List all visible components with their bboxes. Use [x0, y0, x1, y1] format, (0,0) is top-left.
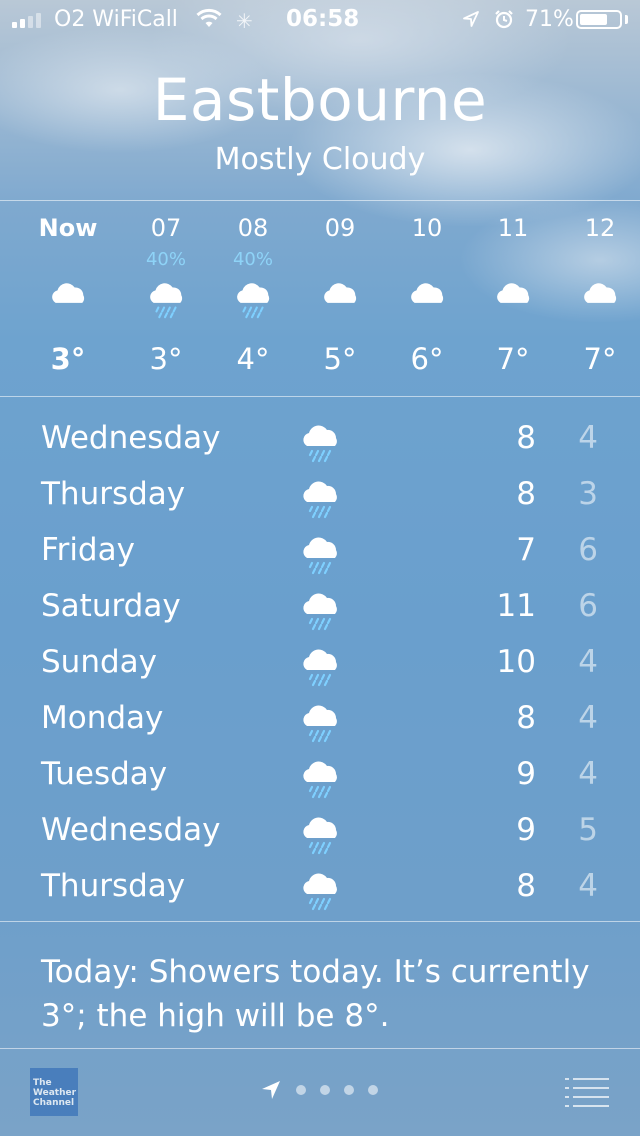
logo-text-line-1: The	[33, 1078, 52, 1088]
logo-text-line-2: Weather	[33, 1088, 77, 1098]
page-dots[interactable]	[296, 1085, 378, 1095]
low-temperature: 4	[578, 644, 598, 680]
list-icon[interactable]	[565, 1076, 609, 1108]
high-temperature: 9	[516, 812, 536, 848]
high-temperature: 10	[496, 644, 536, 680]
hourly-forecast[interactable]: Now 3° 07 40% 3° 08 40% 4° 09 5° 10 6° 11 7° 12 7°	[0, 200, 640, 396]
daily-forecast-row: Monday 8 4	[0, 692, 640, 748]
hour-temperature: 3°	[50, 342, 86, 376]
high-temperature: 9	[516, 756, 536, 792]
day-name: Wednesday	[41, 812, 221, 848]
day-name: Tuesday	[41, 756, 168, 792]
rain-cloud-icon	[298, 812, 342, 856]
high-temperature: 7	[516, 532, 536, 568]
weather-channel-logo[interactable]: The Weather Channel	[30, 1068, 78, 1116]
low-temperature: 6	[578, 532, 598, 568]
hour-label: 10	[411, 214, 443, 242]
precip-chance: 40%	[232, 249, 273, 270]
daily-forecast-row: Tuesday 9 4	[0, 748, 640, 804]
daily-forecast-row: Thursday 8 4	[0, 860, 640, 916]
rain-cloud-icon	[298, 588, 342, 632]
wifi-icon	[196, 8, 222, 27]
signal-icon	[12, 12, 41, 28]
city-name: Eastbourne	[152, 66, 488, 134]
rain-cloud-icon	[298, 756, 342, 800]
location-arrow-icon	[463, 11, 479, 27]
day-name: Saturday	[41, 588, 181, 624]
activity-spinner-icon: ✳	[236, 9, 253, 33]
daily-forecast-row: Thursday 8 3	[0, 468, 640, 524]
bottom-toolbar: The Weather Channel	[0, 1048, 640, 1136]
low-temperature: 4	[578, 700, 598, 736]
divider-summary	[0, 921, 640, 922]
carrier-name: O2 WiFiCall	[54, 7, 178, 32]
daily-forecast-row: Sunday 10 4	[0, 636, 640, 692]
battery-level-fill	[580, 14, 607, 25]
high-temperature: 8	[516, 868, 536, 904]
battery-percentage: 71%	[525, 7, 574, 32]
rain-cloud-icon	[298, 868, 342, 912]
hour-temperature: 3°	[149, 342, 183, 376]
precip-chance: 40%	[145, 249, 186, 270]
page-dot[interactable]	[320, 1085, 330, 1095]
hour-temperature: 5°	[323, 342, 357, 376]
high-temperature: 8	[516, 476, 536, 512]
cloud-icon	[47, 278, 89, 314]
day-name: Friday	[41, 532, 135, 568]
hour-temperature: 4°	[236, 342, 270, 376]
page-dot[interactable]	[344, 1085, 354, 1095]
low-temperature: 4	[578, 756, 598, 792]
daily-forecast-list: Wednesday 8 4 Thursday 8 3 Friday 7 6 Saturday 11 6…	[0, 396, 640, 920]
alarm-icon	[495, 10, 513, 29]
battery-tip	[625, 15, 628, 24]
cloud-icon	[406, 278, 448, 314]
rain-cloud-icon	[145, 278, 187, 319]
rain-cloud-icon	[298, 420, 342, 464]
page-dot[interactable]	[296, 1085, 306, 1095]
cloud-icon	[319, 278, 361, 314]
status-bar: O2 WiFiCall ✳ 06:58 71%	[0, 0, 640, 40]
rain-cloud-icon	[298, 644, 342, 688]
page-dot[interactable]	[368, 1085, 378, 1095]
current-condition: Mostly Cloudy	[214, 142, 426, 177]
hour-label: 12	[584, 214, 616, 242]
hour-label: 08	[237, 214, 269, 242]
cloud-icon	[579, 278, 621, 314]
hour-temperature: 7°	[583, 342, 617, 376]
hour-label: 07	[150, 214, 182, 242]
day-name: Sunday	[41, 644, 157, 680]
cloud-icon	[492, 278, 534, 314]
high-temperature: 8	[516, 420, 536, 456]
day-name: Wednesday	[41, 420, 221, 456]
low-temperature: 3	[578, 476, 598, 512]
battery-icon	[576, 10, 622, 29]
daily-forecast-row: Wednesday 9 5	[0, 804, 640, 860]
rain-cloud-icon	[232, 278, 274, 319]
status-time: 06:58	[286, 6, 360, 32]
rain-cloud-icon	[298, 476, 342, 520]
high-temperature: 8	[516, 700, 536, 736]
logo-text-line-3: Channel	[33, 1098, 75, 1108]
low-temperature: 4	[578, 420, 598, 456]
low-temperature: 5	[578, 812, 598, 848]
rain-cloud-icon	[298, 532, 342, 576]
hour-temperature: 6°	[410, 342, 444, 376]
rain-cloud-icon	[298, 700, 342, 744]
daily-forecast-row: Friday 7 6	[0, 524, 640, 580]
daily-forecast-row: Wednesday 8 4	[0, 412, 640, 468]
day-name: Thursday	[41, 476, 186, 512]
hour-temperature: 7°	[496, 342, 530, 376]
low-temperature: 6	[578, 588, 598, 624]
day-name: Thursday	[41, 868, 186, 904]
day-name: Monday	[41, 700, 164, 736]
hour-label: 11	[497, 214, 529, 242]
location-arrow-icon[interactable]	[260, 1079, 282, 1101]
low-temperature: 4	[578, 868, 598, 904]
high-temperature: 11	[496, 588, 536, 624]
today-summary: Today: Showers today. It’s currently 3°;…	[41, 954, 590, 1034]
hour-label: Now	[38, 214, 98, 242]
page-indicator[interactable]	[260, 1078, 378, 1102]
hour-label: 09	[324, 214, 356, 242]
daily-forecast-row: Saturday 11 6	[0, 580, 640, 636]
